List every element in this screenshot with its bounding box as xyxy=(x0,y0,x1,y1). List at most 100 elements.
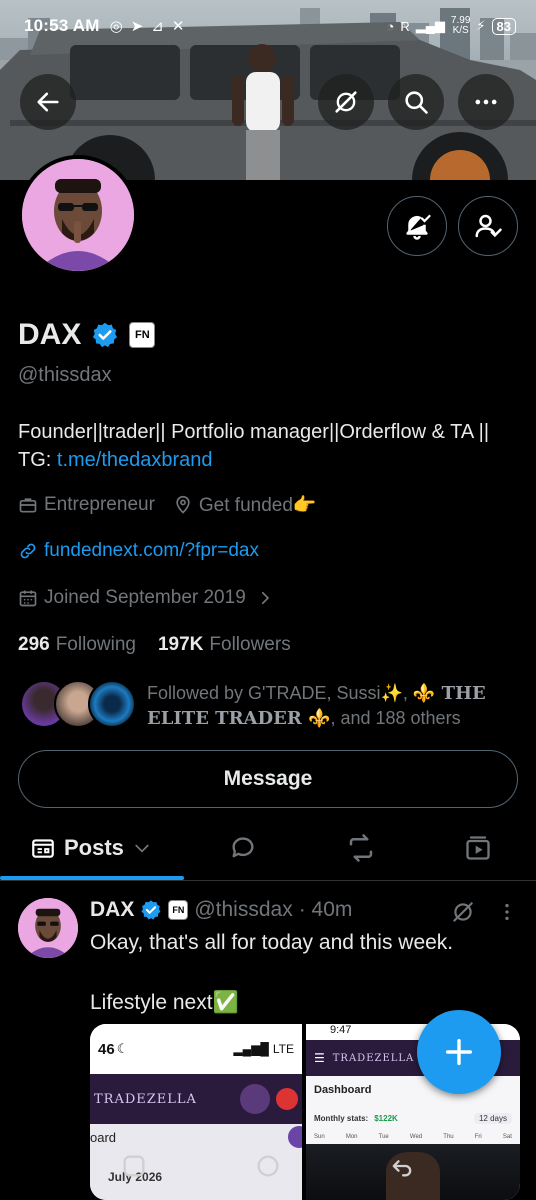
charging-icon: ⚡ xyxy=(476,18,486,33)
signal-roaming-label: R xyxy=(400,18,410,34)
post-author-avatar[interactable] xyxy=(18,898,78,958)
battery-level: 83 xyxy=(491,17,516,35)
search-icon xyxy=(405,91,428,114)
status-time: 10:53 AM xyxy=(24,16,100,35)
media-phone-status: 46 ☾ ▂▄▆█ LTE xyxy=(90,1024,302,1074)
following-status-button[interactable] xyxy=(458,196,518,256)
followed-by-text[interactable]: Followed by G'TRADE, Sussi✨, ⚜️ THE ELIT… xyxy=(147,681,522,731)
tab-posts-label: Posts xyxy=(64,835,124,860)
notifications-subscribe-button[interactable] xyxy=(387,196,447,256)
profile-joined-row[interactable]: Joined September 2019 xyxy=(18,587,274,609)
back-nav-icon[interactable] xyxy=(388,1152,416,1180)
post-handle: @thissdax xyxy=(194,898,293,921)
following-stat[interactable]: 296 Following xyxy=(18,634,136,656)
media-app-notification xyxy=(276,1088,298,1110)
compose-post-button[interactable] xyxy=(417,1010,501,1094)
media-weekday: Sun xyxy=(314,1134,325,1140)
post-affiliate-badge: FN xyxy=(168,900,189,920)
wifi-icon: ◔ xyxy=(386,18,395,34)
affiliate-badge[interactable]: FN xyxy=(129,322,156,348)
status-system-icons: ◔ R ▂▄▆ 7.99 K/S ⚡ 83 xyxy=(386,16,516,36)
grok-button[interactable] xyxy=(318,74,374,130)
link-icon xyxy=(20,543,36,559)
calendar-icon xyxy=(19,590,37,607)
profile-bio: Founder||trader|| Portfolio manager||Ord… xyxy=(18,418,523,474)
telegram-icon: ➤ xyxy=(130,18,144,35)
profile-name: DAX xyxy=(18,318,82,351)
more-horizontal-icon xyxy=(475,99,497,105)
profile-name-row: DAX FN xyxy=(18,318,156,352)
media-weekday: Thu xyxy=(443,1134,454,1140)
profile-avatar[interactable] xyxy=(18,155,138,275)
profile-location: Get funded👉 xyxy=(198,495,317,516)
tabs-divider xyxy=(0,880,536,881)
tab-posts[interactable]: Posts xyxy=(30,820,152,876)
status-notification-icons: ◎ ➤ ⊿ ✕ xyxy=(110,17,185,35)
post-header: DAX FN @thissdax · 40m xyxy=(90,898,352,922)
tab-reposts[interactable] xyxy=(346,820,376,876)
media-signal-icon: ▂▄▆█ xyxy=(233,1042,269,1056)
post-time: · 40m xyxy=(298,898,353,921)
tradingview-icon: ⊿ xyxy=(151,18,164,35)
reply-bubble-icon xyxy=(232,837,254,858)
status-bar: 10:53 AM ◎ ➤ ⊿ ✕ ◔ R ▂▄▆ 7.99 K/S ⚡ 83 xyxy=(0,0,536,52)
video-icon xyxy=(466,836,490,860)
profile-website-row: fundednext.com/?fpr=dax xyxy=(18,540,259,562)
recent-apps-icon[interactable] xyxy=(120,1152,148,1180)
repost-icon xyxy=(349,834,373,862)
followers-stat[interactable]: 197K Followers xyxy=(158,634,291,656)
profile-banner: 10:53 AM ◎ ➤ ⊿ ✕ ◔ R ▂▄▆ 7.99 K/S ⚡ 83 xyxy=(0,0,536,180)
media-weekday: Sat xyxy=(502,1134,512,1140)
profile-meta-row: Entrepreneur Get funded👉 xyxy=(18,493,317,517)
tab-replies[interactable] xyxy=(229,820,257,876)
media-monthly-stats: Monthly stats: $122K 12 days xyxy=(314,1110,512,1126)
briefcase-icon xyxy=(19,498,37,513)
search-button[interactable] xyxy=(388,74,444,130)
message-button[interactable]: Message xyxy=(18,750,518,808)
tab-videos[interactable] xyxy=(464,820,492,876)
grok-icon[interactable] xyxy=(450,899,476,925)
avatar-illustration xyxy=(22,159,134,271)
hamburger-menu-icon: ☰ xyxy=(314,1051,325,1065)
post-avatar-illustration xyxy=(18,898,78,958)
moon-icon: ☾ xyxy=(116,1041,129,1056)
posts-tab-icon xyxy=(32,839,54,858)
post-more-icon[interactable] xyxy=(496,900,518,924)
chevron-down-icon xyxy=(135,844,149,853)
grok-icon xyxy=(335,91,357,113)
verified-badge-icon xyxy=(141,900,161,920)
arrow-left-icon xyxy=(37,92,59,112)
x-app-icon: ✕ xyxy=(171,18,185,35)
profile-tabs: Posts xyxy=(0,820,536,880)
location-pin-icon xyxy=(176,495,190,514)
followed-by-avatars[interactable] xyxy=(20,680,136,728)
more-options-button[interactable] xyxy=(458,74,514,130)
bio-link[interactable]: t.me/thedaxbrand xyxy=(57,449,213,471)
whatsapp-icon: ◎ xyxy=(109,18,123,35)
media-app-avatar xyxy=(240,1084,270,1114)
media-weekday-row: Sun Mon Tue Wed Thu Fri Sat xyxy=(314,1134,512,1140)
plus-icon xyxy=(445,1038,473,1066)
profile-category: Entrepreneur xyxy=(44,494,155,515)
media-weekday: Wed xyxy=(409,1134,423,1140)
media-weekday: Fri xyxy=(474,1134,482,1140)
post-text: Okay, that's all for today and this week… xyxy=(90,931,454,1014)
profile-website-link[interactable]: fundednext.com/?fpr=dax xyxy=(44,540,259,562)
back-button[interactable] xyxy=(20,74,76,130)
net-speed: 7.99 K/S xyxy=(450,15,471,36)
verified-badge-icon[interactable] xyxy=(91,321,119,349)
post-author-name[interactable]: DAX xyxy=(90,898,134,922)
home-icon[interactable] xyxy=(254,1152,282,1180)
media-weekday: Tue xyxy=(378,1134,389,1140)
chevron-right-icon xyxy=(261,591,269,605)
media-weekday: Mon xyxy=(345,1134,358,1140)
follower-avatar xyxy=(88,680,136,728)
bell-check-icon xyxy=(406,214,431,240)
follow-stats: 296 Following 197K Followers xyxy=(18,634,291,656)
android-nav-bar xyxy=(0,1146,536,1200)
profile-joined: Joined September 2019 xyxy=(44,587,246,608)
profile-handle: @thissdax xyxy=(18,364,112,386)
signal-icon: ▂▄▆ xyxy=(415,18,445,33)
media-app-header: TRADEZELLA xyxy=(90,1074,302,1124)
person-check-icon xyxy=(475,214,502,238)
